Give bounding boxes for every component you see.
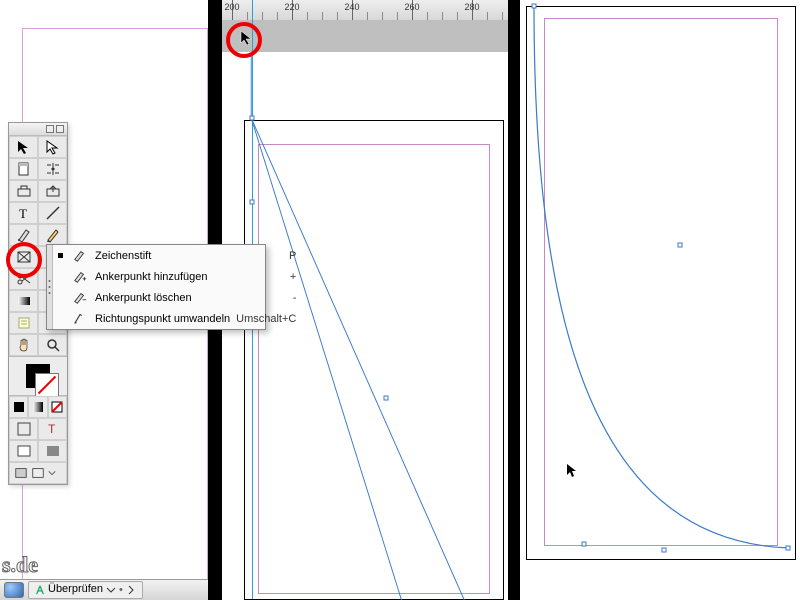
panel-right [520, 0, 800, 600]
ruler-label: 260 [404, 2, 419, 12]
page-tool-tool[interactable] [9, 158, 38, 180]
line-tool[interactable] [38, 202, 67, 224]
flyout-item-pen-plus[interactable]: Ankerpunkt hinzufügen + [53, 266, 302, 287]
watermark-text: s.de [2, 552, 38, 578]
bezier-curve[interactable] [520, 0, 800, 600]
apply-gradient-button[interactable] [28, 396, 47, 418]
selection-tool[interactable] [9, 136, 38, 158]
taskbar-app-button[interactable]: Überprüfen • [28, 581, 143, 599]
flyout-item-shortcut: - [293, 292, 297, 304]
format-text-button[interactable]: T [38, 418, 67, 440]
gap-tool-tool[interactable] [38, 158, 67, 180]
screen-mode-button[interactable] [9, 462, 67, 484]
anchor-point[interactable] [662, 548, 667, 553]
flyout-item-shortcut: P [289, 250, 296, 262]
chevron-down-icon [106, 585, 116, 595]
close-icon[interactable] [56, 125, 64, 133]
start-button[interactable] [4, 582, 24, 598]
view-mode-normal[interactable] [9, 440, 38, 462]
anchor-point[interactable] [532, 4, 537, 9]
taskbar-app-label: Überprüfen [48, 583, 103, 595]
convert-icon [71, 312, 89, 326]
content-collector-tool[interactable] [9, 180, 38, 202]
pen-plus-icon [71, 270, 89, 284]
annotation-highlight-ring [6, 242, 42, 278]
pen-icon [71, 249, 89, 263]
pasteboard-band [222, 20, 508, 52]
fill-stroke-swatch[interactable] [9, 356, 67, 395]
svg-text:T: T [48, 422, 56, 436]
taskbar: Überprüfen • [0, 579, 208, 600]
hand-tool[interactable] [9, 334, 38, 356]
type-tool[interactable]: T [9, 202, 38, 224]
zoom-tool[interactable] [38, 334, 67, 356]
ruler-label: 200 [224, 2, 239, 12]
frame-inner-margin [258, 144, 490, 594]
flyout-item-label: Ankerpunkt löschen [95, 292, 287, 304]
flyout-item-shortcut: + [290, 271, 296, 283]
pen-minus-icon [71, 291, 89, 305]
flyout-item-label: Zeichenstift [95, 250, 283, 262]
view-mode-preview[interactable] [38, 440, 67, 462]
panel-left: T [0, 0, 208, 600]
flyout-item-label: Ankerpunkt hinzufügen [95, 271, 284, 283]
note-tool[interactable] [9, 312, 38, 334]
cursor-icon [240, 30, 254, 46]
ruler-label: 220 [284, 2, 299, 12]
chevron-right-icon [126, 585, 136, 595]
anchor-point[interactable] [250, 200, 255, 205]
flyout-item-pen[interactable]: Zeichenstift P [53, 245, 302, 266]
pencil-tool[interactable] [38, 224, 67, 246]
format-container-button[interactable] [9, 418, 38, 440]
anchor-point[interactable] [582, 542, 587, 547]
anchor-point[interactable] [786, 546, 791, 551]
anchor-point[interactable] [678, 243, 683, 248]
svg-text:T: T [19, 206, 27, 221]
anchor-point[interactable] [384, 396, 389, 401]
flyout-item-shortcut: Umschalt+C [236, 313, 296, 325]
gradient-swatch-tool[interactable] [9, 290, 38, 312]
toolbox-header[interactable] [9, 123, 67, 136]
pen-tool-flyout: ZeichenstiftPAnkerpunkt hinzufügen+Anker… [46, 244, 266, 330]
flyout-item-label: Richtungspunkt umwandeln [95, 313, 230, 325]
apply-color-button[interactable] [9, 396, 28, 418]
ruler-label: 280 [464, 2, 479, 12]
apply-none-button[interactable] [48, 396, 67, 418]
collapse-icon[interactable] [46, 125, 54, 133]
horizontal-ruler[interactable]: 200 220 240 260 280 [222, 0, 508, 21]
content-placer-tool[interactable] [38, 180, 67, 202]
direct-selection-tool[interactable] [38, 136, 67, 158]
ruler-label: 240 [344, 2, 359, 12]
flyout-item-convert[interactable]: Richtungspunkt umwandeln Umschalt+C [53, 308, 302, 329]
cursor-icon [566, 463, 578, 479]
anchor-point[interactable] [250, 116, 255, 121]
flyout-item-pen-minus[interactable]: Ankerpunkt löschen- [53, 287, 302, 308]
